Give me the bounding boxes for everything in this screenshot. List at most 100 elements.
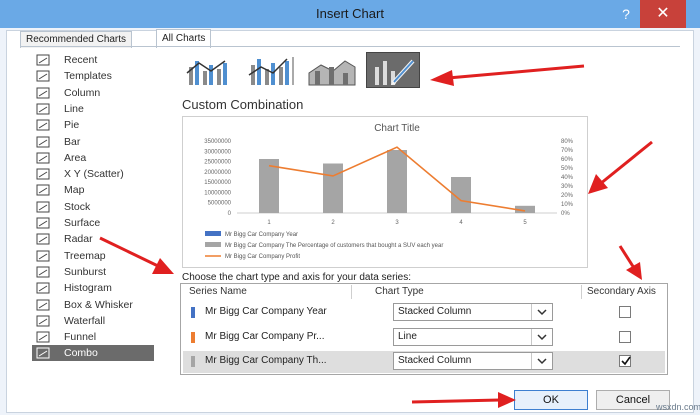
sidebar-item-combo[interactable]: Combo: [32, 345, 154, 362]
x-tick-label: 4: [459, 220, 463, 226]
ok-button[interactable]: OK: [514, 390, 588, 410]
combo-type-clustered-column-line[interactable]: [180, 52, 234, 88]
chart-category-list: Recent Templates Column Line Pie Bar Area X Y (…: [32, 52, 158, 366]
watermark: wsxdn.com: [656, 402, 700, 412]
sidebar-item-sunburst[interactable]: Sunburst: [32, 264, 154, 280]
y2-tick-label: 70%: [561, 148, 574, 154]
x-tick-label: 1: [267, 220, 271, 226]
y-tick-label: 0: [228, 211, 232, 217]
y-tick-label: 30000000: [204, 149, 231, 155]
waterfall-icon: [36, 315, 50, 327]
secondary-axis-checkbox[interactable]: [619, 306, 631, 318]
sidebar-item-scatter[interactable]: X Y (Scatter): [32, 166, 154, 182]
sidebar-item-stock[interactable]: Stock: [32, 199, 154, 215]
sidebar-item-label: Histogram: [64, 282, 112, 295]
secondary-axis-checkbox[interactable]: [619, 355, 631, 367]
chart-type-dropdown[interactable]: Line: [393, 327, 553, 346]
sidebar-item-label: Pie: [64, 119, 80, 132]
y2-tick-label: 80%: [561, 139, 574, 145]
combo-chart-icon: [36, 347, 50, 359]
combo-type-column-line-secondary[interactable]: [242, 52, 296, 88]
section-title: Custom Combination: [182, 97, 304, 112]
close-icon: ✕: [656, 5, 670, 22]
combo-type-stacked-area-column[interactable]: [304, 52, 358, 88]
sidebar-item-label: Line: [64, 102, 84, 115]
combo-column-line-secondary-icon: [248, 57, 294, 85]
legend-swatch: [205, 242, 221, 247]
sidebar-item-label: X Y (Scatter): [64, 168, 124, 181]
sidebar-item-label: Sunburst: [64, 265, 107, 278]
bar-chart-icon: [36, 136, 50, 148]
combo-column-line-icon: [186, 60, 227, 85]
sidebar-item-waterfall[interactable]: Waterfall: [32, 313, 154, 329]
sidebar-item-folder[interactable]: Templates: [32, 68, 154, 84]
help-button[interactable]: ?: [612, 0, 640, 28]
sidebar-item-label: Stock: [64, 200, 91, 213]
bar: [323, 163, 343, 213]
sidebar-item-label: Surface: [64, 217, 101, 229]
header-chart-type: Chart Type: [375, 286, 424, 297]
chart-type-dropdown[interactable]: Stacked Column: [393, 303, 553, 321]
sidebar-item-line[interactable]: Line: [32, 101, 154, 117]
checkmark-icon: [621, 356, 631, 366]
y-tick-label: 5000000: [208, 201, 232, 207]
sidebar-item-label: Bar: [64, 135, 81, 148]
stock-chart-icon: [36, 201, 50, 213]
x-tick-label: 3: [395, 220, 399, 226]
y-tick-label: 10000000: [204, 190, 231, 196]
series-color-swatch: [191, 307, 195, 318]
series-row: Mr Bigg Car Company Th... Stacked Column: [183, 351, 665, 373]
sidebar-item-label: Area: [64, 151, 87, 164]
chart-type-dropdown[interactable]: Stacked Column: [393, 352, 553, 370]
sidebar-item-treemap[interactable]: Treemap: [32, 248, 154, 264]
sidebar-item-radar[interactable]: Radar: [32, 231, 154, 247]
scatter-chart-icon: [36, 168, 50, 180]
chart-type-value: Stacked Column: [398, 306, 472, 317]
radar-chart-icon: [36, 233, 50, 245]
y2-tick-label: 60%: [561, 157, 574, 163]
column-chart-icon: [36, 87, 50, 99]
series-name: Mr Bigg Car Company Th...: [205, 355, 327, 366]
sidebar-item-histogram[interactable]: Histogram: [32, 280, 154, 296]
close-button[interactable]: ✕: [640, 0, 686, 28]
y-tick-label: 20000000: [204, 170, 231, 176]
sidebar-item-column[interactable]: Column: [32, 85, 154, 101]
pie-chart-icon: [36, 119, 50, 131]
y2-tick-label: 10%: [561, 202, 574, 208]
sidebar-item-surface[interactable]: Surface: [32, 215, 154, 231]
line-chart-icon: [36, 103, 50, 115]
recent-icon: [36, 54, 50, 66]
treemap-icon: [36, 250, 50, 262]
header-series-name: Series Name: [189, 286, 247, 297]
x-tick-label: 5: [523, 220, 527, 226]
chart-preview-svg: Chart Title 0 5000000 10000000 15000000 20000…: [204, 123, 574, 260]
y2-tick-label: 30%: [561, 184, 574, 190]
secondary-axis-checkbox[interactable]: [619, 330, 631, 343]
chart-preview: Chart Title 0 5000000 10000000 15000000 20000…: [182, 116, 588, 268]
x-tick-label: 2: [331, 220, 335, 226]
sidebar-item-recent[interactable]: Recent: [32, 52, 154, 68]
legend-swatch: [205, 231, 221, 236]
sidebar-item-box-whisker[interactable]: Box & Whisker: [32, 297, 154, 313]
surface-chart-icon: [36, 217, 50, 229]
sidebar-item-funnel[interactable]: Funnel: [32, 329, 154, 345]
sidebar-item-area[interactable]: Area: [32, 150, 154, 166]
sidebar-item-pie[interactable]: Pie: [32, 117, 154, 133]
map-icon: [36, 184, 50, 196]
sidebar-item-bar[interactable]: Bar: [32, 134, 154, 150]
chevron-down-icon: [531, 328, 552, 345]
chevron-down-icon: [531, 304, 552, 320]
box-whisker-icon: [36, 299, 50, 311]
sidebar-item-label: Waterfall: [64, 314, 106, 327]
sidebar-item-label: Radar: [64, 233, 93, 246]
custom-combo-pencil-icon: [375, 59, 415, 85]
sidebar-item-label: Map: [64, 184, 85, 197]
chart-title: Chart Title: [374, 123, 420, 134]
y2-tick-label: 50%: [561, 166, 574, 172]
y-tick-label: 35000000: [204, 139, 231, 145]
series-instruction: Choose the chart type and axis for your …: [182, 272, 412, 283]
sidebar-item-map[interactable]: Map: [32, 182, 154, 198]
funnel-icon: [36, 331, 50, 343]
sunburst-icon: [36, 266, 50, 278]
combo-type-custom-combination[interactable]: [366, 52, 420, 88]
